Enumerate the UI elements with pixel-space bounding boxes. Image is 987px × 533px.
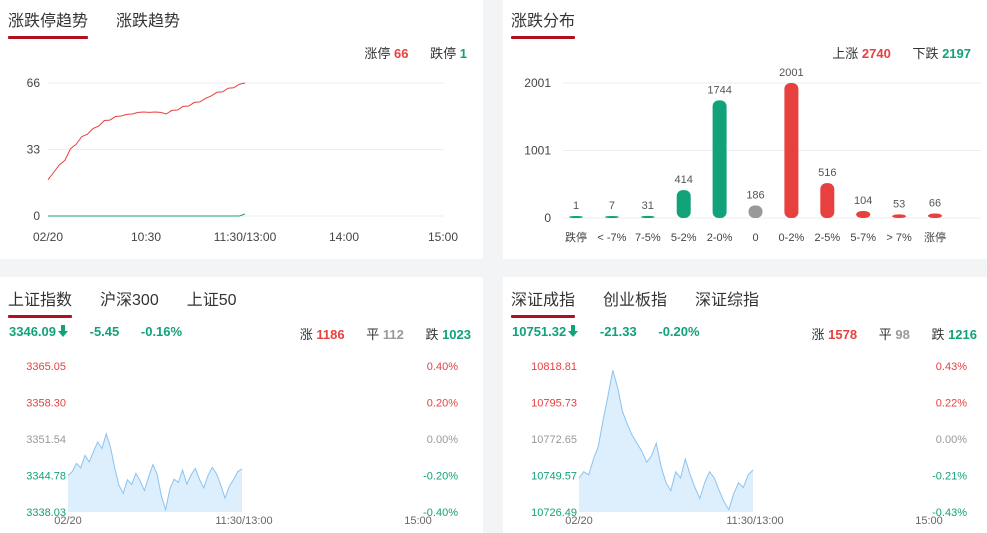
distribution-chart: 2001 1001 0 1 跌停 7 < -7% 31 7-5% 414 5-2% 1744 2-0% 1… <box>524 67 981 244</box>
x-tick-label: 11:30/13:00 <box>726 515 783 527</box>
y-left-label: 3358.30 <box>26 398 66 410</box>
category-label: 0 <box>752 232 758 244</box>
y-tick-label: 0 <box>544 211 551 225</box>
x-tick-label: 02/20 <box>565 515 593 527</box>
y-tick-label: 1001 <box>524 144 551 158</box>
category-label: 7-5% <box>635 232 661 244</box>
y-left-label: 10772.65 <box>531 434 577 446</box>
limit-trend-panel: 涨跌停趋势 涨跌趋势 涨停 66 跌停 1 66 33 0 02/20 10:30 11:… <box>0 0 483 259</box>
x-tick-label: 15:00 <box>428 230 458 244</box>
bar-value-label: 104 <box>854 195 872 207</box>
x-tick-label: 02/20 <box>33 230 63 244</box>
y-right-label: 0.20% <box>427 398 458 410</box>
y-right-label: 0.00% <box>936 434 967 446</box>
category-label: 2-5% <box>814 232 840 244</box>
limit-up-line <box>47 82 246 181</box>
distribution-bar <box>820 183 835 218</box>
bar-value-label: 2001 <box>779 67 803 79</box>
x-tick-label: 15:00 <box>404 515 432 527</box>
distribution-bar <box>640 215 655 218</box>
y-right-label: 0.00% <box>427 434 458 446</box>
distribution-bar <box>676 190 691 218</box>
x-tick-label: 11:30/13:00 <box>215 515 272 527</box>
y-left-label: 3365.05 <box>26 361 66 373</box>
index-area <box>579 370 753 512</box>
distribution-bar <box>748 205 763 218</box>
y-right-label: -0.20% <box>423 471 458 483</box>
bar-value-label: 516 <box>818 167 836 179</box>
category-label: 涨停 <box>924 230 946 244</box>
y-right-label: -0.21% <box>932 471 967 483</box>
category-label: 5-7% <box>850 232 876 244</box>
bar-value-label: 7 <box>609 200 615 212</box>
sz-intraday-chart: 10818.81 0.43% 10795.73 0.22% 10772.65 0.00% 1… <box>531 361 967 527</box>
bar-value-label: 66 <box>929 198 941 210</box>
y-left-label: 3344.78 <box>26 471 66 483</box>
y-right-label: 0.40% <box>427 361 458 373</box>
category-label: < -7% <box>597 232 626 244</box>
bar-value-label: 31 <box>642 200 654 212</box>
bar-value-label: 1 <box>573 200 579 212</box>
y-right-label: 0.22% <box>936 398 967 410</box>
limit-trend-chart: 66 33 0 02/20 10:30 11:30/13:00 14:00 15:00 <box>27 76 459 244</box>
bar-value-label: 53 <box>893 198 905 210</box>
x-tick-label: 11:30/13:00 <box>214 230 277 244</box>
y-left-label: 3351.54 <box>26 434 66 446</box>
category-label: 跌停 <box>565 230 587 244</box>
sh-intraday-chart: 3365.05 0.40% 3358.30 0.20% 3351.54 0.00% 3344… <box>26 361 458 527</box>
x-tick-label: 02/20 <box>54 515 82 527</box>
x-tick-label: 15:00 <box>915 515 943 527</box>
sh-index-panel: 上证指数 沪深300 上证50 3346.09 -5.45 -0.16% 涨 1… <box>0 277 483 533</box>
distribution-bar <box>784 83 799 218</box>
limit-down-line <box>48 213 246 217</box>
distribution-bar <box>856 210 871 218</box>
y-tick-label: 2001 <box>524 76 551 90</box>
bar-value-label: 1744 <box>707 84 731 96</box>
y-tick-label: 33 <box>27 143 41 157</box>
distribution-panel: 涨跌分布 上涨 2740 下跌 2197 2001 1001 0 1 跌停 7 < -7% 3… <box>503 0 987 259</box>
distribution-bar <box>928 213 942 218</box>
bar-value-label: 186 <box>746 189 764 201</box>
y-right-label: 0.43% <box>936 361 967 373</box>
category-label: 2-0% <box>707 232 733 244</box>
x-tick-label: 14:00 <box>329 230 359 244</box>
category-label: 0-2% <box>779 232 805 244</box>
y-tick-label: 66 <box>27 76 41 90</box>
y-left-label: 10818.81 <box>531 361 577 373</box>
distribution-bar <box>892 214 907 218</box>
sz-index-panel: 深证成指 创业板指 深证综指 10751.32 -21.33 -0.20% 涨 … <box>503 277 987 533</box>
distribution-bar <box>569 216 583 218</box>
distribution-bar <box>604 216 619 218</box>
x-tick-label: 10:30 <box>131 230 161 244</box>
distribution-bar <box>712 100 727 218</box>
y-left-label: 10749.57 <box>531 471 577 483</box>
bar-value-label: 414 <box>675 174 693 186</box>
y-tick-label: 0 <box>33 209 40 223</box>
y-left-label: 10795.73 <box>531 398 577 410</box>
category-label: 5-2% <box>671 232 697 244</box>
category-label: > 7% <box>886 232 912 244</box>
